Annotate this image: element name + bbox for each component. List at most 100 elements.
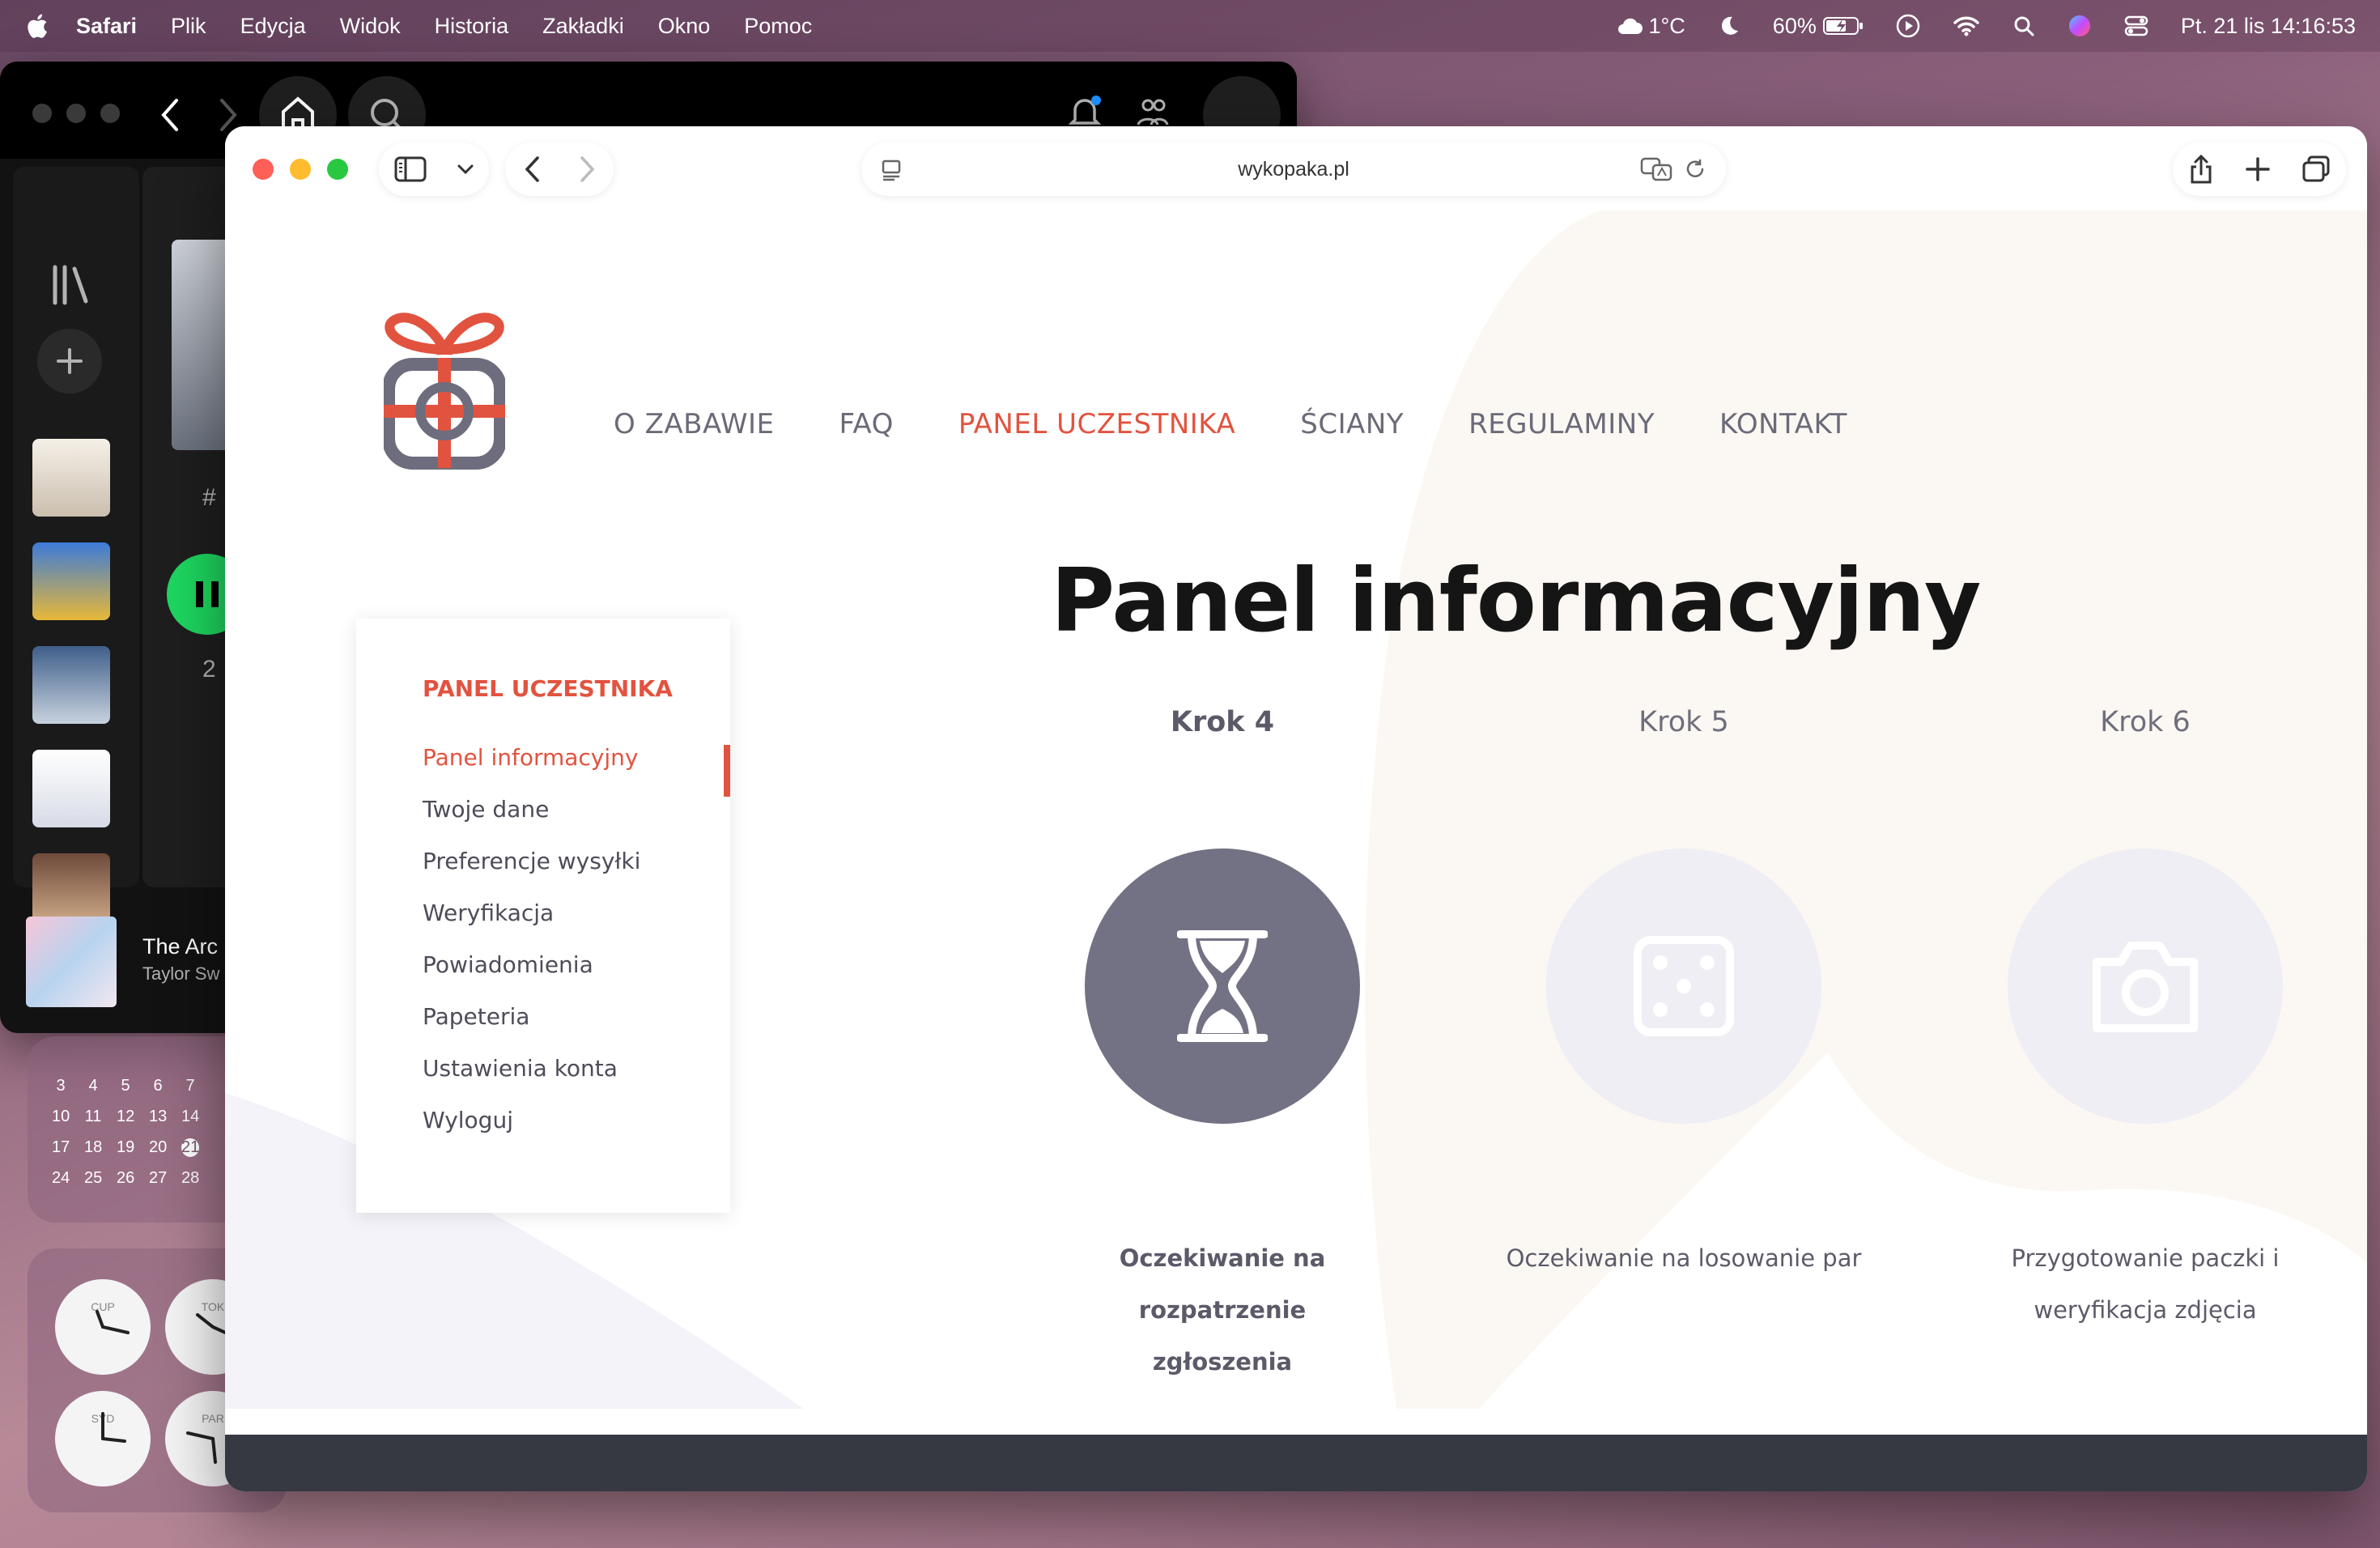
- now-playing-title[interactable]: The Arc: [142, 934, 218, 959]
- forward-icon[interactable]: [578, 155, 596, 183]
- friends-icon[interactable]: [1137, 97, 1169, 126]
- side-item-wyloguj[interactable]: Wyloguj: [423, 1104, 640, 1156]
- back-arrow-icon[interactable]: [159, 97, 183, 133]
- side-item-panel-informacyjny[interactable]: Panel informacyjny: [423, 742, 640, 793]
- calendar-day: 19: [117, 1138, 135, 1156]
- gift-logo-icon[interactable]: [384, 311, 505, 470]
- reload-icon[interactable]: [1684, 158, 1706, 181]
- library-item-thumbnail[interactable]: [32, 646, 110, 724]
- menu-plik[interactable]: Plik: [171, 14, 206, 39]
- library-item-thumbnail[interactable]: [32, 750, 110, 827]
- dice-icon: [1634, 936, 1734, 1036]
- share-icon[interactable]: [2188, 154, 2214, 185]
- calendar-day: 13: [149, 1108, 168, 1125]
- nav-panel-uczestnika[interactable]: PANEL UCZESTNIKA: [958, 408, 1235, 440]
- library-item-thumbnail[interactable]: [32, 439, 110, 517]
- calendar-day: 5: [121, 1077, 130, 1095]
- library-icon[interactable]: [50, 264, 92, 306]
- tab-overview-icon[interactable]: [2301, 155, 2331, 183]
- history-navigation: [505, 142, 614, 196]
- bell-icon[interactable]: [1069, 94, 1101, 130]
- translate-icon[interactable]: [1640, 157, 1672, 181]
- spotify-close-button[interactable]: [32, 104, 52, 123]
- side-panel-heading: PANEL UCZESTNIKA: [423, 675, 673, 702]
- active-item-indicator: [724, 745, 730, 797]
- apple-icon[interactable]: [24, 12, 49, 40]
- nav-sciany[interactable]: ŚCIANY: [1300, 408, 1404, 440]
- control-center-icon[interactable]: [2124, 15, 2148, 37]
- minimize-window-button[interactable]: [290, 159, 311, 180]
- new-tab-icon[interactable]: [2245, 156, 2271, 182]
- sidebar-icon[interactable]: [394, 156, 427, 182]
- side-item-ustawienia-konta[interactable]: Ustawienia konta: [423, 1053, 640, 1104]
- step-6-description-line: Przygotowanie paczki i: [2011, 1244, 2280, 1272]
- participant-side-panel: PANEL UCZESTNIKA Panel informacyjny Twoj…: [356, 619, 730, 1213]
- nav-kontakt[interactable]: KONTAKT: [1719, 408, 1847, 440]
- menu-edycja[interactable]: Edycja: [240, 14, 306, 39]
- menu-okno[interactable]: Okno: [658, 14, 711, 39]
- side-item-twoje-dane[interactable]: Twoje dane: [423, 793, 640, 845]
- nav-regulaminy[interactable]: REGULAMINY: [1468, 408, 1655, 440]
- spotify-minimize-button[interactable]: [66, 104, 86, 123]
- step-6-circle: [2008, 848, 2283, 1124]
- menu-zakladki[interactable]: Zakładki: [542, 14, 624, 39]
- step-6-description: Przygotowanie paczki i weryfikacja zdjęc…: [1967, 1232, 2323, 1336]
- reader-icon[interactable]: [881, 159, 902, 181]
- tracklist-header-hash: #: [202, 484, 216, 511]
- step-5-circle: [1546, 848, 1821, 1124]
- calendar-day: 7: [185, 1077, 195, 1095]
- battery-status[interactable]: 60%: [1773, 14, 1864, 39]
- now-playing-icon[interactable]: [1896, 14, 1920, 38]
- step-4-description: Oczekiwanie na rozpatrzenie zgłoszenia: [1044, 1232, 1400, 1388]
- calendar-day: 28: [181, 1169, 200, 1187]
- menu-historia[interactable]: Historia: [435, 14, 509, 39]
- siri-icon[interactable]: [2068, 14, 2092, 38]
- calendar-day: 14: [181, 1108, 200, 1125]
- chevron-down-icon[interactable]: [457, 163, 474, 176]
- nav-o-zabawie[interactable]: O ZABAWIE: [614, 408, 774, 440]
- clock-face-icon: [101, 1412, 126, 1443]
- plus-icon: [57, 348, 83, 374]
- side-item-weryfikacja[interactable]: Weryfikacja: [423, 897, 640, 949]
- now-playing-cover[interactable]: [26, 916, 117, 1007]
- menu-clock[interactable]: Pt. 21 lis 14:16:53: [2181, 14, 2356, 39]
- moon-icon[interactable]: [1718, 15, 1740, 37]
- close-window-button[interactable]: [253, 159, 274, 180]
- sidebar-toggle-group: [379, 142, 489, 196]
- web-page: O ZABAWIE FAQ PANEL UCZESTNIKA ŚCIANY RE…: [225, 211, 2367, 1409]
- weather-status[interactable]: 1°C: [1616, 14, 1685, 39]
- weather-temp: 1°C: [1648, 13, 1685, 38]
- step-4-description-line: zgłoszenia: [1152, 1348, 1293, 1376]
- step-4-circle: [1085, 848, 1360, 1124]
- clock-face-icon: [96, 1310, 130, 1334]
- calendar-day: 27: [149, 1169, 168, 1187]
- step-5-description: Oczekiwanie na losowanie par: [1506, 1232, 1862, 1284]
- calendar-day: 18: [84, 1138, 103, 1156]
- pause-icon: [196, 581, 219, 607]
- world-clock: SYD: [55, 1391, 151, 1486]
- step-4-description-line: Oczekiwanie na rozpatrzenie: [1119, 1244, 1326, 1324]
- nav-faq[interactable]: FAQ: [839, 408, 893, 440]
- cloud-icon: [1618, 18, 1643, 34]
- address-bar[interactable]: wykopaka.pl: [861, 142, 1726, 196]
- spotify-zoom-button[interactable]: [100, 104, 120, 123]
- menu-app-name[interactable]: Safari: [76, 14, 137, 39]
- now-playing-artist[interactable]: Taylor Sw: [142, 963, 219, 985]
- library-item-thumbnail[interactable]: [32, 542, 110, 620]
- main-navigation: O ZABAWIE FAQ PANEL UCZESTNIKA ŚCIANY RE…: [614, 408, 1847, 440]
- page-title: Panel informacyjny: [1051, 551, 1981, 652]
- zoom-window-button[interactable]: [327, 159, 348, 180]
- calendar-week: 10 11 12 13 14: [52, 1108, 199, 1126]
- calendar-day: 12: [117, 1108, 135, 1125]
- wifi-icon[interactable]: [1953, 15, 1980, 36]
- page-footer: [225, 1435, 2367, 1491]
- side-item-preferencje-wysylki[interactable]: Preferencje wysyłki: [423, 845, 640, 897]
- spotlight-search-icon[interactable]: [2012, 15, 2035, 37]
- side-item-papeteria[interactable]: Papeteria: [423, 1001, 640, 1053]
- menu-widok[interactable]: Widok: [340, 14, 401, 39]
- back-icon[interactable]: [524, 155, 542, 183]
- side-item-powiadomienia[interactable]: Powiadomienia: [423, 949, 640, 1001]
- menu-pomoc[interactable]: Pomoc: [744, 14, 812, 39]
- track-row-number: 2: [202, 656, 216, 683]
- step-5-description-line: Oczekiwanie na losowanie par: [1506, 1244, 1862, 1272]
